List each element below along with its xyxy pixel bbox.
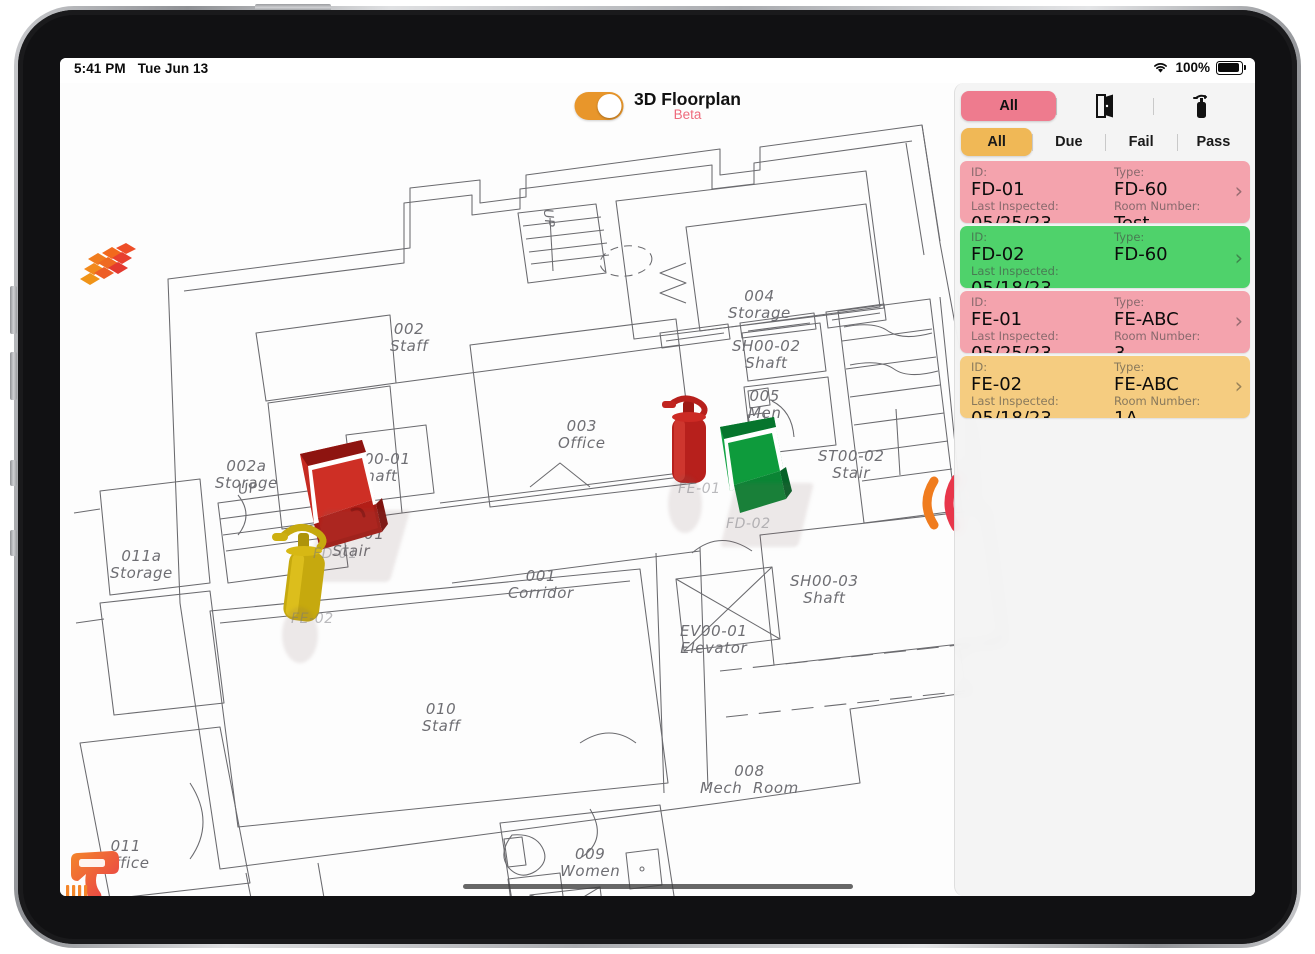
asset-row-right: Type:FD-60Room Number:Test [1114,165,1201,224]
value-type: FD-60 [1114,179,1168,200]
asset-fire-extinguisher-fe-02[interactable] [268,507,348,663]
asset-row-right: Type:FE-ABCRoom Number:3 [1114,295,1201,354]
status-date: Tue Jun 13 [137,61,209,76]
value-room-number: 1A [1114,408,1200,418]
value-last-inspected: 05/25/23 [971,213,1059,223]
asset-row[interactable]: ID:FE-01Last Inspected:05/25/23 Type:FE-A… [960,291,1250,353]
label-id: ID: [971,295,988,309]
asset-row-left: ID:FE-02Last Inspected:05/18/23 [971,360,1059,419]
status-filter-all[interactable]: All [961,128,1033,156]
fire-extinguisher-icon [1193,94,1208,118]
side-port-1 [10,460,17,486]
status-filter[interactable]: All Due Fail Pass [961,126,1249,158]
inspection-panel: All All Due Fail Pass ID: FD-01 Last Ins… [954,83,1255,896]
asset-fire-door-fd-02[interactable] [710,413,840,547]
value-type: FE-ABC [1114,374,1179,395]
app-header: 3D Floorplan Beta [574,90,741,123]
label-room-number: Room Number: [1114,329,1201,343]
value-room-number: Test [1114,213,1200,223]
status-bar: 5:41 PM Tue Jun 13 100% [60,58,1255,83]
asset-row[interactable]: ID:FD-02Last Inspected:05/18/23 Type:FD-6… [960,226,1250,288]
value-last-inspected: 05/18/23 [971,278,1059,288]
status-filter-fail[interactable]: Fail [1106,128,1177,156]
status-time: 5:41 PM [74,61,126,76]
battery-full-icon [1216,60,1246,75]
value-room-number: 3 [1114,343,1200,353]
asset-type-filter[interactable]: All [961,89,1249,123]
disclosure-chevron-icon[interactable]: › [1235,309,1243,333]
asset-list[interactable]: ID:FD-01Last Inspected:05/25/23Type:FD-6… [955,161,1255,896]
toggle-knob [597,94,622,119]
home-indicator [462,884,853,889]
value-last-inspected: 05/25/23 [971,343,1059,353]
status-filter-pass[interactable]: Pass [1178,128,1249,156]
label-type: Type: [1114,360,1145,374]
asset-row-left: ID:FD-01Last Inspected:05/25/23 [971,165,1059,224]
type-filter-doors[interactable] [1057,91,1152,121]
asset-row[interactable]: ID:FE-02Last Inspected:05/18/23 Type:FE-A… [960,356,1250,418]
disclosure-chevron-icon[interactable]: › [1235,246,1243,270]
value-last-inspected: 05/18/23 [971,408,1059,418]
status-bar-right: 100% [1152,60,1246,75]
type-filter-all[interactable]: All [961,91,1057,121]
page-title: 3D Floorplan [634,89,741,109]
door-icon [1095,94,1113,118]
disclosure-chevron-icon[interactable]: › [1235,179,1243,203]
asset-row-left: ID:FD-02Last Inspected:05/18/23 [971,230,1059,289]
value-id: FD-01 [971,179,1025,200]
disclosure-chevron-icon[interactable]: › [1235,374,1243,398]
label-room-number: Room Number: [1114,199,1201,213]
label-id: ID: [971,165,988,179]
asset-row-left: ID:FE-01Last Inspected:05/25/23 [971,295,1059,354]
barcode-scanner-icon[interactable] [64,845,130,896]
value-type: FD-60 [1114,244,1168,265]
label-last-inspected: Last Inspected: [971,329,1059,343]
asset-row-right: Type: FD-60 [1114,230,1168,266]
value-type: FE-ABC [1114,309,1179,330]
type-filter-extinguishers[interactable] [1154,91,1249,121]
value-id: FE-01 [971,309,1023,330]
status-filter-due[interactable]: Due [1033,128,1104,156]
label-type: Type: [1114,230,1145,244]
ipad-screen: 5:41 PM Tue Jun 13 100% 002 Staff 002a S… [60,58,1255,896]
label-type: Type: [1114,165,1145,179]
label-type: Type: [1114,295,1145,309]
label-last-inspected: Last Inspected: [971,394,1059,408]
volume-down-button[interactable] [10,352,17,400]
beta-badge: Beta [673,107,702,123]
status-bar-left: 5:41 PM Tue Jun 13 [74,61,208,76]
asset-fire-extinguisher-fe-01[interactable] [656,379,726,533]
app-header-text: 3D Floorplan Beta [634,90,741,123]
side-port-2 [10,530,17,556]
label-last-inspected: Last Inspected: [971,199,1059,213]
value-id: FE-02 [971,374,1023,395]
label-last-inspected: Last Inspected: [971,264,1059,278]
label-id: ID: [971,230,988,244]
value-id: FD-02 [971,244,1025,265]
battery-percent-label: 100% [1175,60,1210,75]
3d-floorplan-toggle[interactable] [574,92,624,121]
wifi-icon [1154,63,1168,73]
asset-row-right: Type:FE-ABCRoom Number:1A [1114,360,1201,419]
volume-up-button[interactable] [10,286,17,334]
label-id: ID: [971,360,988,374]
asset-row[interactable]: ID:FD-01Last Inspected:05/25/23 Type:FD-6… [960,161,1250,223]
mesh-grid-icon[interactable] [74,243,148,302]
label-room-number: Room Number: [1114,394,1201,408]
